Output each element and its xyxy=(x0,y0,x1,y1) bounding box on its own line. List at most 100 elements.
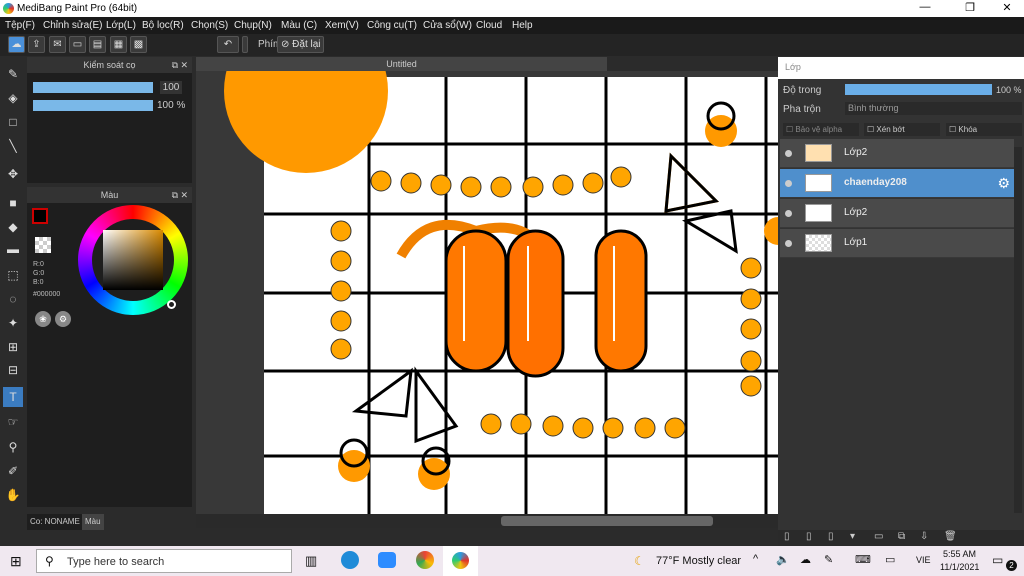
menu-cloud[interactable]: Cloud xyxy=(476,20,502,31)
layer-item[interactable]: Lớp2 xyxy=(780,199,1014,228)
maximize-button[interactable]: ❐ xyxy=(955,1,985,14)
language-indicator[interactable]: VIE xyxy=(916,555,931,565)
hue-wheel[interactable] xyxy=(78,205,188,315)
select-eraser-tool-icon[interactable]: ⊟ xyxy=(3,360,23,380)
operation-tool-icon[interactable]: ☞ xyxy=(3,412,23,432)
speaker-icon[interactable]: 🔈 xyxy=(776,553,790,566)
chat-icon[interactable]: ▭ xyxy=(69,36,86,53)
move-tool-icon[interactable]: ✥ xyxy=(3,164,23,184)
visibility-icon[interactable] xyxy=(785,180,792,187)
gradient-tool-icon[interactable]: ▬ xyxy=(3,239,23,259)
palette-icon[interactable]: ❀ xyxy=(35,311,51,327)
lock-checkbox[interactable]: ☐ Khóa xyxy=(946,123,1022,136)
menu-window[interactable]: Cửa sổ(W) xyxy=(423,20,472,31)
chrome-icon[interactable] xyxy=(416,551,434,569)
saturation-value-square[interactable] xyxy=(103,230,163,290)
color-tab[interactable]: Màu xyxy=(82,514,104,530)
tiles-icon[interactable]: ▩ xyxy=(130,36,147,53)
share-icon[interactable]: ⇪ xyxy=(28,36,45,53)
menu-layer[interactable]: Lớp(L) xyxy=(106,20,136,31)
canvas-area[interactable] xyxy=(196,71,778,514)
medibang-task-icon[interactable] xyxy=(443,546,478,576)
menu-capture[interactable]: Chụp(N) xyxy=(234,20,272,31)
scrollbar-thumb[interactable] xyxy=(501,516,713,526)
pen-tool-icon[interactable]: ✐ xyxy=(3,461,23,481)
pen-icon[interactable]: ✎ xyxy=(824,553,833,566)
brush-opacity-slider[interactable] xyxy=(33,100,153,111)
bucket-tool-icon[interactable]: ◆ xyxy=(3,217,23,237)
eyedropper-tool-icon[interactable]: ⚲ xyxy=(3,437,23,457)
visibility-icon[interactable] xyxy=(785,210,792,217)
text-tool-icon[interactable]: T xyxy=(3,387,23,407)
new-layer-icon[interactable]: ▯ xyxy=(784,531,790,542)
magic-wand-tool-icon[interactable]: ✦ xyxy=(3,313,23,333)
close-icon[interactable]: ✕ xyxy=(180,57,188,73)
edge-icon[interactable] xyxy=(341,551,359,569)
document-icon[interactable]: ▤ xyxy=(89,36,106,53)
display-icon[interactable]: ▭ xyxy=(885,553,895,566)
horizontal-scrollbar[interactable] xyxy=(196,514,778,528)
layer-item[interactable]: Lớp2 xyxy=(780,139,1014,168)
visibility-icon[interactable] xyxy=(785,240,792,247)
menu-select[interactable]: Chọn(S) xyxy=(191,20,228,31)
folder-icon[interactable]: ▭ xyxy=(874,531,883,542)
task-view-icon[interactable]: ▥ xyxy=(305,553,317,569)
fill-rect-tool-icon[interactable]: ■ xyxy=(3,193,23,213)
hue-picker[interactable] xyxy=(167,300,176,309)
visibility-icon[interactable] xyxy=(785,150,792,157)
transparent-swatch[interactable] xyxy=(35,237,51,253)
duplicate-layer-icon[interactable]: ▯ xyxy=(828,531,834,542)
layer-item-selected[interactable]: chaenday208 ⚙ xyxy=(780,169,1014,198)
weather-text[interactable]: 77°F Mostly clear xyxy=(656,555,741,567)
foreground-color-swatch[interactable] xyxy=(32,208,48,224)
color-set-tab[interactable]: Co: NONAME xyxy=(27,514,82,530)
windows-start-icon[interactable]: ⊞ xyxy=(10,553,22,570)
comment-icon[interactable]: ✉ xyxy=(49,36,66,53)
menu-filter[interactable]: Bộ lọc(R) xyxy=(142,20,184,31)
zoom-icon[interactable] xyxy=(378,552,396,568)
document-tab[interactable]: Untitled xyxy=(196,57,607,71)
menu-help[interactable]: Help xyxy=(512,20,533,31)
clipping-checkbox[interactable]: ☐ Xén bớt xyxy=(864,123,940,136)
menu-edit[interactable]: Chỉnh sửa(E) xyxy=(43,20,103,31)
protect-alpha-checkbox[interactable]: ☐ Bảo vệ alpha xyxy=(783,123,859,136)
popout-icon[interactable]: ⧉ xyxy=(172,187,178,203)
select-rect-tool-icon[interactable]: ⬚ xyxy=(3,265,23,285)
blend-mode-select[interactable]: Bình thường xyxy=(845,102,1022,115)
menu-view[interactable]: Xem(V) xyxy=(325,20,359,31)
minimize-button[interactable]: — xyxy=(910,1,940,13)
layer-item[interactable]: Lớp1 xyxy=(780,229,1014,258)
popout-icon[interactable]: ⧉ xyxy=(172,57,178,73)
add-layer-menu-icon[interactable]: ▾ xyxy=(850,531,855,542)
merge-layer-icon[interactable]: ⇩ xyxy=(920,531,928,542)
notification-icon[interactable]: ▭ xyxy=(992,553,1003,567)
keyboard-icon[interactable]: ⌨ xyxy=(855,553,871,566)
undo-button[interactable]: ↶ xyxy=(217,36,239,53)
reset-button[interactable]: ⊘ Đặt lại xyxy=(277,36,324,53)
brush-tool-icon[interactable]: ✎ xyxy=(3,64,23,84)
close-button[interactable]: ✕ xyxy=(992,1,1022,14)
search-box[interactable]: ⚲ Type here to search xyxy=(36,549,292,573)
select-pen-tool-icon[interactable]: ⊞ xyxy=(3,337,23,357)
new-halftone-layer-icon[interactable]: ▯ xyxy=(806,531,812,542)
palette-settings-icon[interactable]: ⚙ xyxy=(55,311,71,327)
lasso-tool-icon[interactable]: ◌ xyxy=(3,289,23,309)
delete-layer-icon[interactable]: 🗑 xyxy=(944,531,957,542)
clock-time[interactable]: 5:55 AM xyxy=(943,549,976,559)
line-tool-icon[interactable]: ╲ xyxy=(3,136,23,156)
layers-scrollbar[interactable] xyxy=(1014,147,1022,513)
chevron-up-icon[interactable]: ^ xyxy=(753,553,758,565)
menu-file[interactable]: Tệp(F) xyxy=(5,20,35,31)
copy-layer-icon[interactable]: ⧉ xyxy=(898,531,905,542)
clock-date[interactable]: 11/1/2021 xyxy=(940,562,979,572)
hand-tool-icon[interactable]: ✋ xyxy=(3,485,23,505)
cloud-sync-icon[interactable]: ☁ xyxy=(800,553,811,566)
shape-tool-icon[interactable]: □ xyxy=(3,112,23,132)
brush-size-value[interactable]: 100 xyxy=(160,81,182,94)
gear-icon[interactable]: ⚙ xyxy=(997,175,1010,192)
artwork-canvas[interactable] xyxy=(196,71,778,514)
menu-color[interactable]: Màu (C) xyxy=(281,20,317,31)
menu-tools[interactable]: Công cụ(T) xyxy=(367,20,417,31)
close-icon[interactable]: ✕ xyxy=(180,187,188,203)
layer-opacity-slider[interactable] xyxy=(845,84,992,95)
